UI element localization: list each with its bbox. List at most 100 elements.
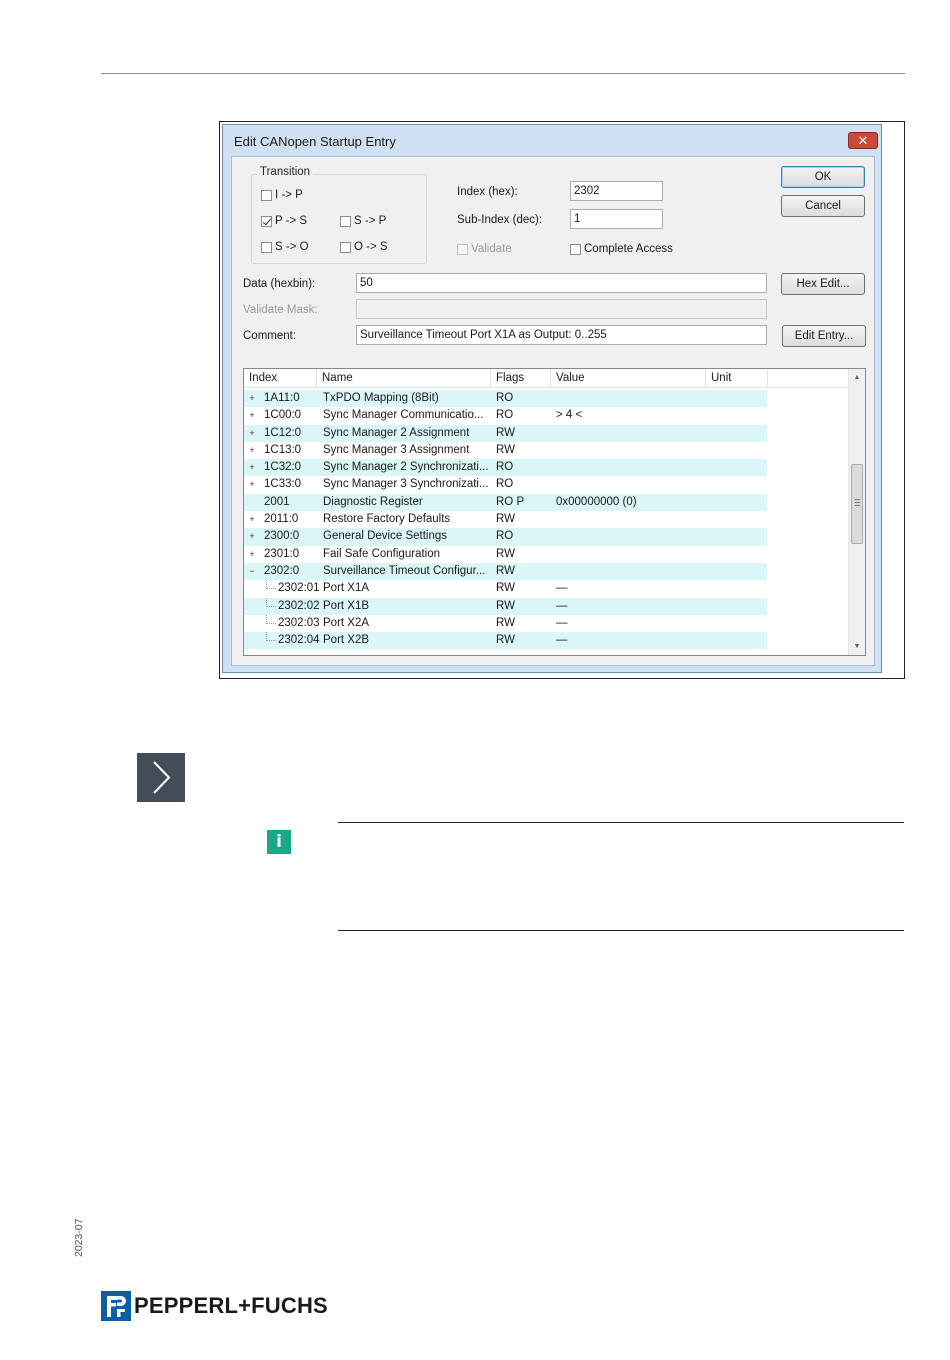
scroll-thumb[interactable] [851, 464, 863, 544]
edit-entry-button[interactable]: Edit Entry... [782, 325, 866, 347]
table-row[interactable]: +2011:0 Restore Factory Defaults RW [244, 511, 849, 528]
cell-name: Sync Manager 2 Assignment [323, 426, 470, 439]
cell-flags: RW [496, 426, 515, 439]
expand-icon[interactable]: + [248, 463, 256, 472]
expand-icon[interactable]: + [248, 428, 256, 438]
table-row[interactable]: 2001 Diagnostic Register RO P 0x00000000 (0… [244, 493, 849, 512]
expand-icon[interactable]: + [248, 480, 256, 489]
cell-flags: RW [496, 634, 515, 647]
transition-s-p-checkbox[interactable]: S -> P [340, 215, 386, 227]
data-field[interactable]: 50 [356, 273, 767, 293]
cancel-button[interactable]: Cancel [781, 195, 865, 217]
cell-index: 2302:04 [278, 634, 320, 647]
expand-icon[interactable]: + [248, 394, 256, 403]
transition-s-o-checkbox[interactable]: S -> O [261, 241, 309, 253]
cell-flags: RW [496, 599, 515, 612]
cell-name: Sync Manager 2 Synchronizati... [323, 461, 489, 474]
cell-name: Surveillance Timeout Configur... [323, 564, 486, 577]
logo-mark-icon [101, 1291, 131, 1321]
cell-flags: RO [496, 530, 514, 543]
column-header-name[interactable]: Name [317, 369, 491, 388]
cell-name: Restore Factory Defaults [323, 513, 451, 526]
table-row[interactable]: 2302:04 Port X2B RW — [244, 632, 849, 650]
info-rule-bottom [338, 930, 904, 931]
table-row[interactable]: 2302:02 Port X1B RW — [244, 597, 849, 616]
checkbox-label: S -> P [354, 215, 387, 227]
scroll-down-icon[interactable]: ▼ [849, 638, 865, 655]
cell-index: 2300:0 [264, 530, 300, 543]
checkbox-box[interactable] [261, 215, 272, 227]
table-row[interactable]: 2302:01 Port X1A RW — [244, 580, 849, 597]
checkbox-label: O -> S [354, 241, 388, 253]
table-row[interactable]: +1C33:0 Sync Manager 3 Synchronizati... RO [244, 476, 849, 493]
column-header-unit[interactable]: Unit [706, 369, 768, 388]
tree-connector [266, 597, 276, 607]
column-header-value[interactable]: Value [551, 369, 706, 388]
table-row[interactable]: +1C32:0 Sync Manager 2 Synchronizati... RO [244, 459, 849, 477]
transition-label: Transition [257, 166, 314, 178]
cell-name: Fail Safe Configuration [323, 547, 440, 560]
collapse-icon[interactable]: − [248, 566, 256, 576]
cell-flags: RW [496, 616, 515, 629]
checkbox-label: Complete Access [584, 243, 673, 255]
index-hex-label: Index (hex): [457, 186, 518, 198]
expand-icon[interactable]: + [248, 549, 256, 559]
cell-index: 2302:03 [278, 616, 320, 629]
comment-field[interactable]: Surveillance Timeout Port X1A as Output:… [356, 325, 767, 345]
expand-icon[interactable]: + [248, 445, 256, 455]
table-row[interactable]: +1A11:0 TxPDO Mapping (8Bit) RO [244, 390, 849, 408]
validate-checkbox[interactable]: Validate [457, 243, 512, 255]
side-date: 2023-07 [73, 1218, 85, 1257]
checkbox-box[interactable] [340, 215, 351, 227]
dialog-title: Edit CANopen Startup Entry [234, 134, 396, 149]
transition-i-p-checkbox[interactable]: I -> P [261, 189, 303, 201]
object-dictionary-grid[interactable]: Index Name Flags Value Unit +1A11:0 TxPDO… [243, 368, 866, 656]
grip-icon [855, 499, 860, 506]
scroll-up-icon[interactable]: ▲ [849, 369, 865, 386]
transition-o-s-checkbox[interactable]: O -> S [340, 241, 388, 253]
checkbox-box[interactable] [570, 243, 581, 255]
checkbox-box[interactable] [457, 243, 468, 255]
transition-p-s-checkbox[interactable]: P -> S [261, 215, 307, 227]
cell-index: 2011:0 [264, 513, 299, 526]
table-row[interactable]: +1C12:0 Sync Manager 2 Assignment RW [244, 424, 849, 443]
table-row[interactable]: 2302:03 Port X2A RW — [244, 614, 849, 632]
checkbox-box[interactable] [340, 241, 351, 253]
table-row[interactable]: +2301:0 Fail Safe Configuration RW [244, 546, 849, 563]
table-row[interactable]: +2300:0 General Device Settings RO [244, 528, 849, 546]
checkbox-box[interactable] [261, 189, 272, 201]
column-header-flags[interactable]: Flags [491, 369, 551, 388]
cell-index: 2301:0 [264, 547, 300, 560]
table-row[interactable]: −2302:0 Surveillance Timeout Configur... R… [244, 562, 849, 581]
expand-icon[interactable]: + [248, 515, 256, 524]
complete-access-checkbox[interactable]: Complete Access [570, 243, 673, 255]
grid-header: Index Name Flags Value Unit [244, 369, 849, 388]
expand-icon[interactable]: + [248, 411, 256, 420]
table-row[interactable]: +1C00:0 Sync Manager Communicatio... RO > 4… [244, 407, 849, 424]
cell-value: 0x00000000 (0) [556, 495, 637, 508]
checkbox-label: I -> P [275, 189, 303, 201]
cell-flags: RW [496, 582, 515, 595]
cell-flags: RW [496, 564, 515, 577]
ok-button[interactable]: OK [781, 166, 865, 188]
next-step-arrow-icon [137, 753, 185, 802]
checkbox-label: S -> O [275, 241, 309, 253]
cell-name: Diagnostic Register [323, 495, 423, 508]
cell-index: 2302:0 [264, 564, 300, 577]
info-icon: i [267, 830, 291, 854]
vertical-scrollbar[interactable]: ▲ ▼ [848, 369, 865, 655]
index-hex-field[interactable]: 2302 [570, 181, 663, 201]
cell-index: 2302:02 [278, 599, 320, 612]
column-header-index[interactable]: Index [244, 369, 317, 388]
sub-index-field[interactable]: 1 [570, 209, 663, 229]
dialog-client-area: Transition I -> P P -> S S -> P S -> O O… [231, 156, 875, 666]
cell-index: 1C33:0 [264, 478, 302, 491]
validate-mask-label: Validate Mask: [243, 304, 318, 316]
close-icon[interactable]: ✕ [848, 132, 878, 149]
cell-flags: RO [496, 461, 514, 474]
expand-icon[interactable]: + [248, 532, 256, 541]
checkbox-box[interactable] [261, 241, 272, 253]
table-row[interactable]: +1C13:0 Sync Manager 3 Assignment RW [244, 442, 849, 459]
hex-edit-button[interactable]: Hex Edit... [781, 273, 865, 295]
table-row-partial [244, 649, 849, 655]
